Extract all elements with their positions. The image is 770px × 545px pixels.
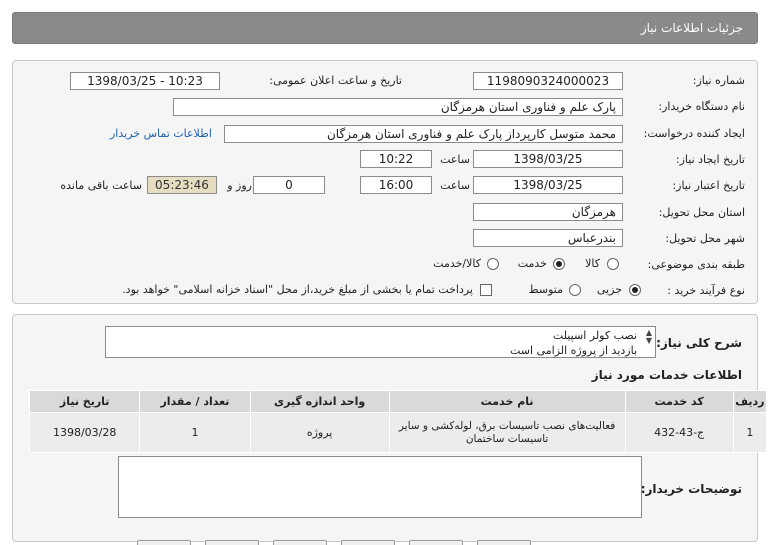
payment-note: پرداخت تمام یا بخشی از مبلغ خرید،از محل …	[122, 283, 473, 296]
column-header-quantity: تعداد / مقدار	[139, 390, 251, 413]
remaining-time-field: 05:23:46	[147, 176, 217, 194]
process-radio-medium[interactable]	[569, 284, 581, 296]
footer-button-1[interactable]	[137, 540, 191, 545]
column-header-service-name: نام خدمت	[388, 390, 626, 413]
validity-time-field: 16:00	[360, 176, 432, 194]
buyer-notes-textarea[interactable]	[118, 456, 642, 518]
announce-label: تاریخ و ساعت اعلان عمومی:	[269, 74, 402, 87]
page-header: جزئیات اطلاعات نیاز	[12, 12, 758, 44]
validity-hour-label: ساعت	[440, 179, 470, 192]
footer-button-5[interactable]	[409, 540, 463, 545]
cell-need-date: 1398/03/28	[28, 412, 141, 453]
footer-button-2[interactable]	[205, 540, 259, 545]
need-number-label: شماره نیاز:	[692, 74, 745, 87]
page-title: جزئیات اطلاعات نیاز	[640, 21, 743, 35]
contact-buyer-link[interactable]: اطلاعات تماس خریدار	[110, 127, 212, 140]
created-date-field: 1398/03/25	[473, 150, 623, 168]
cell-unit: پروژه	[249, 412, 390, 453]
column-header-row-number: ردیف	[732, 390, 768, 413]
category-label: طبقه بندی موضوعی:	[647, 258, 745, 271]
days-label: روز و	[227, 179, 252, 192]
category-option-goods: کالا	[585, 257, 600, 270]
footer-button-4[interactable]	[341, 540, 395, 545]
category-option-goods-service: کالا/خدمت	[433, 257, 481, 270]
services-table: ردیف کد خدمت نام خدمت واحد اندازه گیری ت…	[28, 390, 768, 453]
requester-label: ایجاد کننده درخواست:	[643, 127, 745, 140]
table-header-row: ردیف کد خدمت نام خدمت واحد اندازه گیری ت…	[28, 390, 768, 413]
process-option-minor: جزیی	[596, 283, 622, 296]
footer-button-3[interactable]	[273, 540, 327, 545]
city-field: بندرعباس	[473, 229, 623, 247]
column-header-need-date: تاریخ نیاز	[28, 390, 141, 413]
category-radio-service[interactable]	[553, 258, 565, 270]
validity-date-label: تاریخ اعتبار نیاز:	[672, 179, 745, 192]
category-option-service: خدمت	[517, 257, 547, 270]
created-time-field: 10:22	[360, 150, 432, 168]
services-title: اطلاعات خدمات مورد نیاز	[591, 368, 742, 382]
cell-quantity: 1	[139, 412, 251, 453]
city-label: شهر محل تحویل:	[665, 232, 745, 245]
process-label: نوع فرآیند خرید :	[667, 284, 745, 297]
announce-field: 1398/03/25 - 10:23	[70, 72, 220, 90]
description-textarea[interactable]: ▲ ▼ نصب کولر اسپیلت بازدید از پروژه الزام…	[105, 326, 656, 358]
process-radio-minor[interactable]	[629, 284, 641, 296]
requester-field: محمد متوسل کارپرداز پارک علم و فناوری اس…	[224, 125, 623, 143]
province-label: استان محل تحویل:	[658, 206, 745, 219]
validity-date-field: 1398/03/25	[473, 176, 623, 194]
cell-service-name: فعالیت‌های نصب تاسیسات برق، لوله‌کشی و س…	[388, 412, 626, 453]
category-radio-goods-service[interactable]	[487, 258, 499, 270]
remaining-label: ساعت باقی مانده	[60, 179, 142, 192]
process-option-medium: متوسط	[528, 283, 563, 296]
buyer-org-field: پارک علم و فناوری استان هرمزگان	[173, 98, 623, 116]
treasury-payment-checkbox[interactable]	[480, 284, 492, 296]
column-header-unit: واحد اندازه گیری	[249, 390, 390, 413]
buyer-notes-label: توضیحات خریدار:	[640, 482, 742, 496]
created-hour-label: ساعت	[440, 153, 470, 166]
days-field: 0	[253, 176, 325, 194]
scroll-arrows-icon[interactable]: ▲ ▼	[646, 329, 652, 345]
description-label: شرح کلی نیاز:	[656, 336, 742, 350]
buyer-org-label: نام دستگاه خریدار:	[658, 100, 745, 113]
cell-row-number: 1	[732, 412, 768, 453]
cell-service-code: ج-43-432	[624, 412, 734, 453]
category-radio-goods[interactable]	[607, 258, 619, 270]
description-line-2: بازدید از پروژه الزامی است	[510, 344, 637, 357]
need-number-field: 1198090324000023	[473, 72, 623, 90]
created-date-label: تاریخ ایجاد نیاز:	[675, 153, 745, 166]
column-header-service-code: کد خدمت	[624, 390, 734, 413]
table-row: 1 ج-43-432 فعالیت‌های نصب تاسیسات برق، ل…	[28, 412, 768, 453]
province-field: هرمزگان	[473, 203, 623, 221]
footer-button-6[interactable]	[477, 540, 531, 545]
description-line-1: نصب کولر اسپیلت	[552, 329, 637, 342]
